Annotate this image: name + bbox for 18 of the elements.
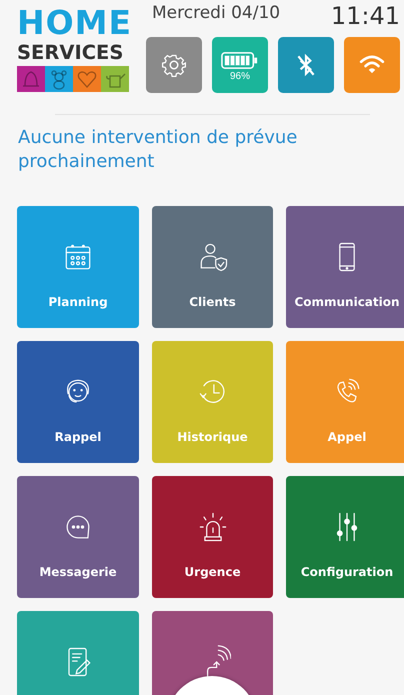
wifi-button[interactable] [344,37,400,93]
menu-tile[interactable]: Clients [152,206,273,328]
menu-tile[interactable]: Planning [17,206,139,328]
battery-icon [221,50,259,70]
menu-tile[interactable]: Communication [286,206,404,328]
menu-tile[interactable]: Urgence [152,476,273,598]
menu-tile[interactable]: Rappel [17,341,139,463]
status-message: Aucune intervention de prévue prochainement [18,126,298,174]
settings-button[interactable] [146,37,202,93]
logo-title: HOME [17,4,130,42]
logo-subtitle: SERVICES [17,42,124,64]
bluetooth-button[interactable] [278,37,334,93]
menu-tile[interactable]: Messagerie [17,476,139,598]
clock-time: 11:41 [330,2,400,30]
settings-icon [161,52,187,78]
date-text: Mercredi 04/10 [152,2,280,24]
menu-tile[interactable]: Configuration [286,476,404,598]
battery-percent: 96% [230,70,250,84]
